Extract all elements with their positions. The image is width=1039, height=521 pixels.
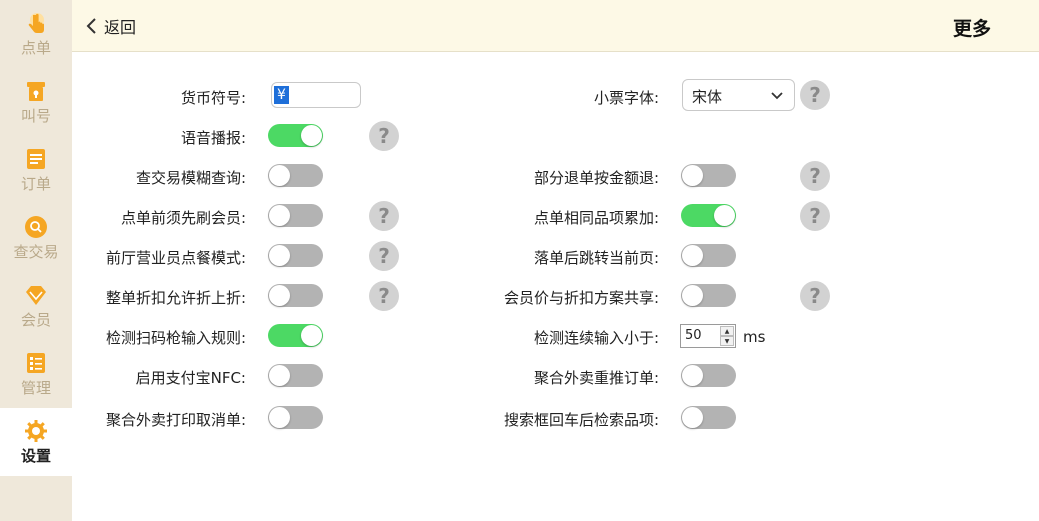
toggle-knob xyxy=(269,165,290,186)
partial-refund-toggle[interactable] xyxy=(681,164,736,187)
currency-label: 货币符号: xyxy=(180,89,246,107)
swipe-member-toggle[interactable] xyxy=(268,204,323,227)
same-item-add-toggle[interactable] xyxy=(681,204,736,227)
same-item-add-label: 点单相同品项累加: xyxy=(533,209,659,227)
ticket-icon xyxy=(24,79,48,103)
sidebar-item-label: 点单 xyxy=(20,38,51,57)
alipay-nfc-toggle[interactable] xyxy=(268,364,323,387)
help-icon[interactable]: ? xyxy=(369,281,399,311)
stepper-value: 50 xyxy=(685,328,702,343)
voice-toggle[interactable] xyxy=(268,124,323,147)
sidebar-item-orders[interactable]: 订单 xyxy=(0,136,72,204)
receipt-font-label: 小票字体: xyxy=(593,89,659,107)
voice-label: 语音播报: xyxy=(180,129,246,147)
toggle-knob xyxy=(682,165,703,186)
takeaway-print-cancel-toggle[interactable] xyxy=(268,406,323,429)
sidebar-item-order[interactable]: 点单 xyxy=(0,0,72,68)
sidebar-item-label: 订单 xyxy=(20,174,51,193)
sidebar-item-label: 管理 xyxy=(20,378,51,397)
checklist-icon xyxy=(24,351,48,375)
sidebar-item-label: 设置 xyxy=(20,446,51,465)
continuous-input-stepper[interactable]: 50 ▲ ▼ xyxy=(680,324,736,348)
search-enter-toggle[interactable] xyxy=(681,406,736,429)
stepper-buttons: ▲ ▼ xyxy=(720,326,734,346)
takeaway-push-toggle[interactable] xyxy=(681,364,736,387)
toggle-knob xyxy=(301,125,322,146)
page-title: 更多 xyxy=(952,18,991,40)
order-list-icon xyxy=(24,147,48,171)
back-label: 返回 xyxy=(104,18,137,37)
toggle-knob xyxy=(269,285,290,306)
toggle-knob xyxy=(714,205,735,226)
waiter-mode-toggle[interactable] xyxy=(268,244,323,267)
fuzzy-query-label: 查交易模糊查询: xyxy=(135,169,246,187)
sidebar-item-label: 查交易 xyxy=(13,242,59,261)
takeaway-print-cancel-label: 聚合外卖打印取消单: xyxy=(105,411,246,429)
sidebar-item-members[interactable]: 会员 xyxy=(0,272,72,340)
toggle-knob xyxy=(269,407,290,428)
toggle-knob xyxy=(269,245,290,266)
gear-icon xyxy=(24,419,48,443)
stepper-down-button[interactable]: ▼ xyxy=(720,336,734,346)
takeaway-push-label: 聚合外卖重推订单: xyxy=(533,369,659,387)
currency-input[interactable]: ¥ xyxy=(271,82,361,108)
search-enter-label: 搜索框回车后检索品项: xyxy=(503,411,659,429)
help-icon[interactable]: ? xyxy=(800,161,830,191)
help-icon[interactable]: ? xyxy=(369,241,399,271)
scanner-rule-label: 检测扫码枪输入规则: xyxy=(105,329,246,347)
toggle-knob xyxy=(682,285,703,306)
receipt-font-select[interactable]: 宋体 xyxy=(682,79,795,111)
chevron-down-icon xyxy=(771,92,783,100)
toggle-knob xyxy=(301,325,322,346)
search-circle-icon xyxy=(24,215,48,239)
hand-pointer-icon xyxy=(24,11,48,35)
toggle-knob xyxy=(269,205,290,226)
receipt-font-value: 宋体 xyxy=(692,88,723,106)
discount-on-discount-label: 整单折扣允许折上折: xyxy=(105,289,246,307)
help-icon[interactable]: ? xyxy=(369,121,399,151)
help-icon[interactable]: ? xyxy=(800,80,830,110)
swipe-member-label: 点单前须先刷会员: xyxy=(120,209,246,227)
discount-on-discount-toggle[interactable] xyxy=(268,284,323,307)
sidebar-item-manage[interactable]: 管理 xyxy=(0,340,72,408)
sidebar-item-label: 会员 xyxy=(20,310,51,329)
chevron-left-icon xyxy=(86,18,96,34)
waiter-mode-label: 前厅营业员点餐模式: xyxy=(105,249,246,267)
header-bar: 返回 更多 xyxy=(72,0,1039,52)
member-price-share-label: 会员价与折扣方案共享: xyxy=(503,289,659,307)
member-price-share-toggle[interactable] xyxy=(681,284,736,307)
back-button[interactable]: 返回 xyxy=(84,14,136,38)
help-icon[interactable]: ? xyxy=(800,281,830,311)
toggle-knob xyxy=(682,245,703,266)
toggle-knob xyxy=(682,365,703,386)
sidebar-item-call-number[interactable]: 叫号 xyxy=(0,68,72,136)
currency-value: ¥ xyxy=(274,86,289,104)
jump-page-toggle[interactable] xyxy=(681,244,736,267)
jump-page-label: 落单后跳转当前页: xyxy=(533,249,659,267)
sidebar: 点单 叫号 订单 查交易 会员 管理 设置 xyxy=(0,0,72,521)
alipay-nfc-label: 启用支付宝NFC: xyxy=(135,369,246,387)
unit-label: ms xyxy=(743,328,766,346)
help-icon[interactable]: ? xyxy=(800,201,830,231)
continuous-input-label: 检测连续输入小于: xyxy=(533,329,659,347)
help-icon[interactable]: ? xyxy=(369,201,399,231)
scanner-rule-toggle[interactable] xyxy=(268,324,323,347)
diamond-icon xyxy=(24,283,48,307)
toggle-knob xyxy=(682,407,703,428)
stepper-up-button[interactable]: ▲ xyxy=(720,326,734,336)
sidebar-item-settings[interactable]: 设置 xyxy=(0,408,72,476)
sidebar-item-label: 叫号 xyxy=(20,106,51,125)
toggle-knob xyxy=(269,365,290,386)
fuzzy-query-toggle[interactable] xyxy=(268,164,323,187)
partial-refund-label: 部分退单按金额退: xyxy=(533,169,659,187)
sidebar-item-transactions[interactable]: 查交易 xyxy=(0,204,72,272)
